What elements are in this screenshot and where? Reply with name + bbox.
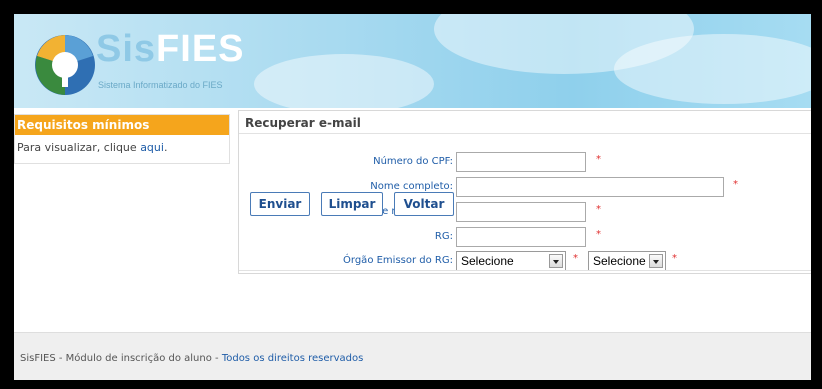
sisfies-logo-icon — [35, 35, 95, 95]
sidebar-text-prefix: Para visualizar, clique — [17, 141, 137, 154]
logo-title: SisFIES — [96, 28, 245, 70]
issuer-select-value: Selecione — [461, 254, 514, 268]
rg-input[interactable] — [456, 227, 586, 247]
issuer-label: Órgão Emissor do RG: — [343, 255, 453, 266]
footer-text: SisFIES - Módulo de inscrição do aluno -… — [20, 353, 363, 364]
logo-sis-text: Sis — [96, 28, 157, 70]
header-banner: SisFIES Sistema Informatizado do FIES — [14, 14, 811, 114]
footer: SisFIES - Módulo de inscrição do aluno -… — [14, 332, 811, 380]
chevron-down-icon[interactable] — [549, 254, 563, 268]
sidebar-text-suffix: . — [163, 141, 168, 154]
panel-title: Recuperar e-mail — [245, 116, 361, 130]
cpf-input[interactable] — [456, 152, 586, 172]
required-asterisk: * — [596, 204, 601, 215]
chevron-down-icon[interactable] — [649, 254, 663, 268]
required-asterisk: * — [573, 253, 578, 264]
required-asterisk: * — [672, 253, 677, 264]
cpf-label: Número do CPF: — [373, 156, 453, 167]
cloud-decoration — [614, 34, 811, 104]
required-asterisk: * — [596, 154, 601, 165]
sidebar-requirements: Requisitos mínimos Para visualizar, cliq… — [14, 114, 230, 164]
required-asterisk: * — [596, 229, 601, 240]
issuer-state-select-value: Selecione — [593, 254, 646, 268]
birthdate-input[interactable] — [456, 202, 586, 222]
requirements-link[interactable]: aqui — [140, 141, 164, 154]
footer-module-text: SisFIES - Módulo de inscrição do aluno - — [20, 353, 219, 364]
issuer-select[interactable]: Selecione — [456, 251, 566, 271]
sidebar-text: Para visualizar, clique aqui. — [15, 135, 229, 160]
send-button[interactable]: Enviar — [250, 192, 310, 216]
logo-subtitle: Sistema Informatizado do FIES — [98, 80, 223, 90]
issuer-state-select[interactable]: Selecione — [588, 251, 666, 271]
back-button[interactable]: Voltar — [394, 192, 454, 216]
page: SisFIES Sistema Informatizado do FIES Re… — [14, 14, 811, 380]
full-name-input[interactable] — [456, 177, 724, 197]
required-asterisk: * — [733, 179, 738, 190]
footer-rights-text: Todos os direitos reservados — [221, 353, 364, 364]
rg-label: RG: — [434, 231, 453, 242]
divider — [239, 133, 811, 134]
clear-button[interactable]: Limpar — [321, 192, 383, 216]
cloud-decoration — [254, 54, 434, 114]
divider — [239, 270, 811, 271]
logo-fies-text: FIES — [156, 28, 245, 70]
sidebar-title: Requisitos mínimos — [15, 115, 229, 135]
